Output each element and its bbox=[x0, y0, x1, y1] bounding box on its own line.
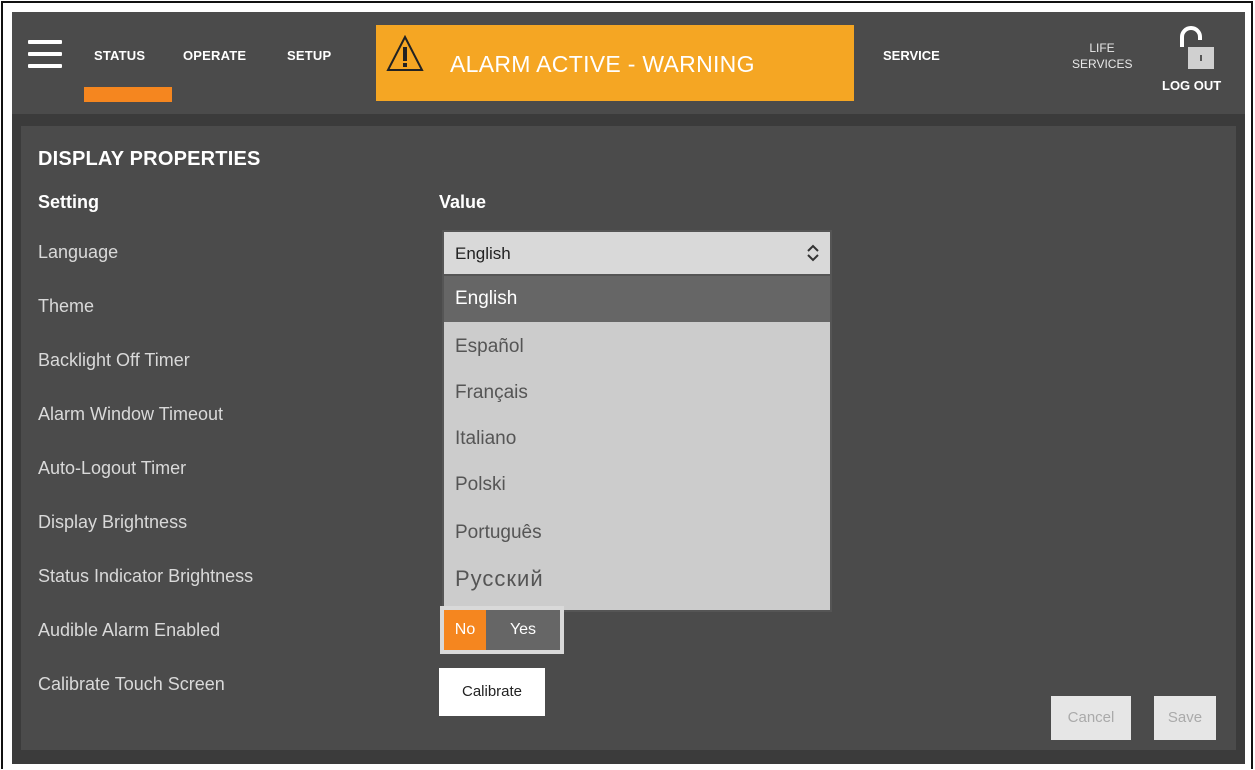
top-nav-bar: STATUS OPERATE SETUP ALARM ACTIVE - WARN… bbox=[12, 12, 1245, 114]
panel-title: DISPLAY PROPERTIES bbox=[38, 148, 261, 170]
setting-display-brightness: Display Brightness bbox=[38, 512, 188, 532]
language-option-francais[interactable]: Français bbox=[444, 370, 830, 416]
display-properties-panel: DISPLAY PROPERTIES Setting Value Languag… bbox=[21, 126, 1236, 750]
language-dropdown-list: English Español Français Italiano Polski… bbox=[442, 276, 832, 612]
audible-alarm-toggle[interactable]: No Yes bbox=[440, 606, 564, 654]
setting-backlight-off-timer: Backlight Off Timer bbox=[38, 350, 190, 370]
language-option-english[interactable]: English bbox=[444, 276, 830, 322]
language-select[interactable]: English bbox=[442, 230, 832, 276]
setting-alarm-window-timeout: Alarm Window Timeout bbox=[38, 404, 224, 424]
device-screen: STATUS OPERATE SETUP ALARM ACTIVE - WARN… bbox=[12, 12, 1245, 764]
language-option-polski[interactable]: Polski bbox=[444, 462, 830, 508]
life-services-line-1: LIFE bbox=[1089, 41, 1115, 55]
setting-theme: Theme bbox=[38, 296, 95, 316]
language-option-portugues[interactable]: Português bbox=[444, 510, 830, 556]
warning-icon bbox=[386, 35, 424, 71]
tab-service[interactable]: SERVICE bbox=[883, 48, 940, 63]
save-button[interactable]: Save bbox=[1154, 696, 1216, 740]
life-services-line-2: SERVICES bbox=[1072, 57, 1133, 71]
language-option-espanol[interactable]: Español bbox=[444, 324, 830, 370]
language-option-italiano[interactable]: Italiano bbox=[444, 416, 830, 462]
setting-audible-alarm-enabled: Audible Alarm Enabled bbox=[38, 620, 221, 640]
alarm-text: ALARM ACTIVE - WARNING bbox=[450, 51, 755, 77]
unlocked-padlock-icon[interactable] bbox=[1178, 25, 1216, 71]
calibrate-button[interactable]: Calibrate bbox=[439, 668, 545, 716]
screen-frame: STATUS OPERATE SETUP ALARM ACTIVE - WARN… bbox=[1, 1, 1253, 769]
active-tab-indicator bbox=[84, 87, 172, 102]
setting-language: Language bbox=[38, 242, 119, 262]
setting-auto-logout-timer: Auto-Logout Timer bbox=[38, 458, 187, 478]
cancel-button[interactable]: Cancel bbox=[1051, 696, 1131, 740]
tab-operate[interactable]: OPERATE bbox=[183, 48, 246, 63]
alarm-banner[interactable]: ALARM ACTIVE - WARNING bbox=[376, 25, 854, 101]
language-selected-value: English bbox=[455, 244, 511, 263]
toggle-option-no[interactable]: No bbox=[444, 610, 486, 650]
value-column-header: Value bbox=[439, 192, 487, 212]
tab-life-services[interactable]: LIFE SERVICES bbox=[1072, 40, 1132, 72]
setting-calibrate-touch-screen: Calibrate Touch Screen bbox=[38, 674, 225, 694]
toggle-option-yes[interactable]: Yes bbox=[486, 610, 560, 650]
tab-status[interactable]: STATUS bbox=[94, 48, 145, 63]
tab-setup[interactable]: SETUP bbox=[287, 48, 331, 63]
logout-button[interactable]: LOG OUT bbox=[1162, 78, 1221, 93]
language-option-russian[interactable]: Русский bbox=[444, 556, 830, 602]
menu-icon[interactable] bbox=[28, 40, 62, 68]
setting-status-indicator-brightness: Status Indicator Brightness bbox=[38, 566, 254, 586]
setting-column-header: Setting bbox=[38, 192, 99, 212]
select-arrows-icon bbox=[807, 244, 819, 262]
